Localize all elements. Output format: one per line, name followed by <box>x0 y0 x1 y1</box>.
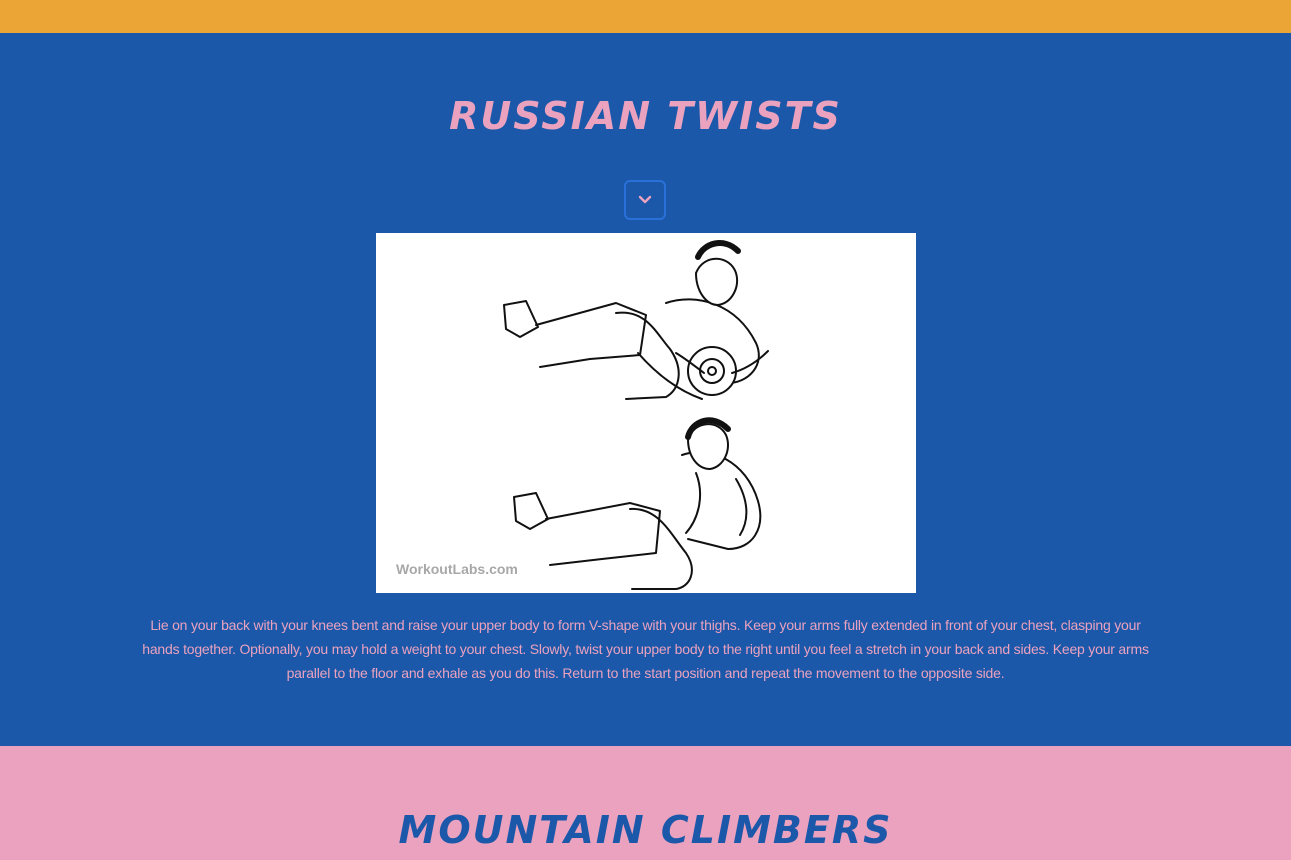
exercise-title: MOUNTAIN CLIMBERS <box>398 808 893 852</box>
exercise-illustration: WorkoutLabs.com <box>376 233 916 593</box>
top-color-band <box>0 0 1291 33</box>
exercise-section-russian-twists: RUSSIAN TWISTS WorkoutLabs.com Lie on yo… <box>0 33 1291 746</box>
exercise-title: RUSSIAN TWISTS <box>449 94 842 138</box>
exercise-description: Lie on your back with your knees bent an… <box>142 617 1149 681</box>
expand-button[interactable] <box>624 180 666 220</box>
image-watermark: WorkoutLabs.com <box>396 561 518 577</box>
chevron-down-icon <box>638 193 652 208</box>
exercise-section-mountain-climbers: MOUNTAIN CLIMBERS <box>0 746 1291 860</box>
